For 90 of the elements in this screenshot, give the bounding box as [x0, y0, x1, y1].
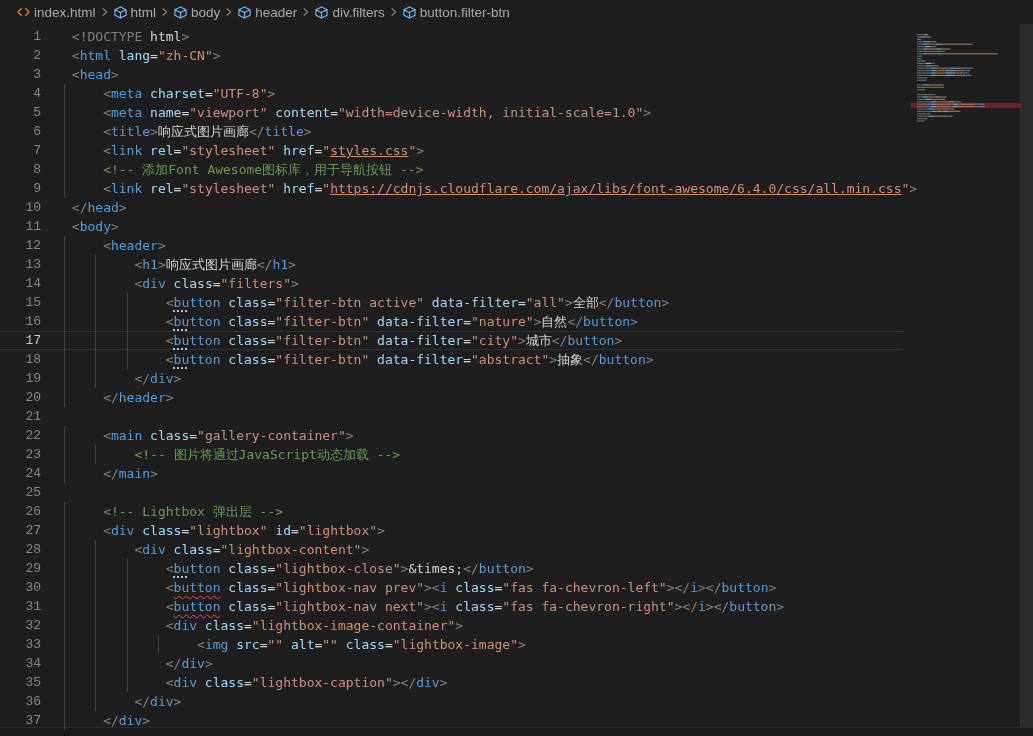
- line-number: 12: [24, 238, 41, 253]
- code-line: <button class="lightbox-nav prev"><i class="fas fa-chevron-left"></i></button>: [165, 579, 777, 596]
- cube-icon: [238, 5, 252, 19]
- line-number: 9: [32, 181, 41, 196]
- line-number: 35: [24, 675, 41, 690]
- code-line: <div class="lightbox-caption"></div>: [165, 674, 448, 691]
- code-line: <button class="filter-btn" data-filter="abstract">抽象</button>: [165, 351, 654, 368]
- line-number: 11: [24, 219, 41, 234]
- line-number: 1: [32, 29, 41, 44]
- cube-icon: [315, 5, 329, 19]
- line-number: 28: [24, 542, 41, 557]
- chevron-right-icon: [390, 7, 397, 17]
- line-number: 4: [32, 86, 41, 101]
- line-number: 6: [32, 124, 41, 139]
- line-number: 18: [24, 352, 41, 367]
- line-number: 32: [24, 618, 41, 633]
- code-line: </div>: [134, 370, 182, 387]
- line-number: 26: [24, 504, 41, 519]
- code-line: <button class="lightbox-nav next"><i class="fas fa-chevron-right"></i></button>: [165, 598, 785, 615]
- code-line: <main class="gallery-container">: [103, 427, 354, 444]
- line-number: 25: [24, 485, 41, 500]
- line-number: 13: [24, 257, 41, 272]
- line-number: 17: [24, 333, 41, 348]
- code-line: <meta charset="UTF-8">: [103, 85, 276, 102]
- code-line: <button class="filter-btn" data-filter="nature">自然</button>: [165, 313, 638, 330]
- breadcrumb-item[interactable]: html: [113, 4, 157, 20]
- code-file-icon: [17, 7, 30, 17]
- line-number: 5: [32, 105, 41, 120]
- code-line: <button class="lightbox-close">&times;</button>: [165, 560, 534, 577]
- code-line: <head>: [71, 66, 119, 83]
- breadcrumb-item[interactable]: header: [238, 4, 298, 20]
- line-number: 19: [24, 371, 41, 386]
- code-line: <html lang="zh-CN">: [71, 47, 221, 64]
- chevron-right-icon: [162, 7, 169, 17]
- line-number: 24: [24, 466, 41, 481]
- code-line: <meta name="viewport" content="width=device-width, initial-scale=1.0">: [103, 104, 652, 121]
- cube-icon: [174, 5, 188, 19]
- line-number: 34: [24, 656, 41, 671]
- code-line: <!DOCTYPE html>: [71, 28, 190, 45]
- code-line: <img src="" alt="" class="lightbox-image">: [197, 636, 526, 653]
- line-number: 29: [24, 561, 41, 576]
- code-line: <!-- 图片将通过JavaScript动态加载 -->: [134, 446, 401, 463]
- cube-icon: [402, 5, 416, 19]
- scrollbar[interactable]: [1020, 24, 1033, 727]
- code-line: </div>: [103, 712, 151, 729]
- line-number: 30: [24, 580, 41, 595]
- line-number: 10: [24, 200, 41, 215]
- code-line: <title>响应式图片画廊</title>: [103, 123, 312, 140]
- line-number: 16: [24, 314, 41, 329]
- cube-icon: [113, 5, 127, 19]
- code-line: <div class="lightbox" id="lightbox">: [103, 522, 385, 539]
- line-number: 21: [24, 409, 41, 424]
- chevron-right-icon: [303, 7, 310, 17]
- code-line: </div>: [134, 693, 182, 710]
- code-line: <body>: [71, 218, 119, 235]
- line-number: 36: [24, 694, 41, 709]
- line-number: 33: [24, 637, 41, 652]
- code-line: <div class="lightbox-image-container">: [165, 617, 464, 634]
- line-number: 7: [32, 143, 41, 158]
- code-line: <!-- Lightbox 弹出层 -->: [103, 503, 283, 520]
- code-line: <link rel="stylesheet" href="styles.css">: [103, 142, 425, 159]
- line-number: 23: [24, 447, 41, 462]
- breadcrumb-item[interactable]: body: [174, 4, 221, 20]
- line-number: 14: [24, 276, 41, 291]
- code-line: <div class="filters">: [134, 275, 299, 292]
- line-number: 15: [24, 295, 41, 310]
- code-line: <div class="lightbox-content">: [134, 541, 370, 558]
- code-line: </head>: [71, 199, 127, 216]
- line-number: 22: [24, 428, 41, 443]
- code-line: <button class="filter-btn active" data-filter="all">全部</button>: [165, 294, 670, 311]
- breadcrumb-item[interactable]: button.filter-btn: [402, 4, 510, 20]
- line-number: 37: [24, 713, 41, 728]
- code-line: </main>: [103, 465, 158, 482]
- chevron-right-icon: [226, 7, 233, 17]
- breadcrumb-item[interactable]: index.html: [17, 4, 96, 20]
- code-line: </div>: [165, 655, 213, 672]
- line-number: 2: [32, 48, 41, 63]
- code-line: <button class="filter-btn" data-filter="city">城市</button>: [165, 332, 623, 349]
- code-line: <h1>响应式图片画廊</h1>: [134, 256, 296, 273]
- code-line: <!-- 添加Font Awesome图标库，用于导航按钮 -->: [103, 161, 424, 178]
- breadcrumb-item[interactable]: div.filters: [315, 4, 385, 20]
- line-number: 31: [24, 599, 41, 614]
- code-line: <link rel="stylesheet" href="https://cdnjs.cloudflare.com/ajax/libs/font-awesome/6.4.0/css/all.min.css">: [103, 180, 918, 197]
- line-number: 8: [32, 162, 41, 177]
- line-number: 20: [24, 390, 41, 405]
- line-number: 27: [24, 523, 41, 538]
- line-number: 3: [32, 67, 41, 82]
- chevron-right-icon: [101, 7, 108, 17]
- code-line: </header>: [103, 389, 174, 406]
- code-line: <header>: [103, 237, 166, 254]
